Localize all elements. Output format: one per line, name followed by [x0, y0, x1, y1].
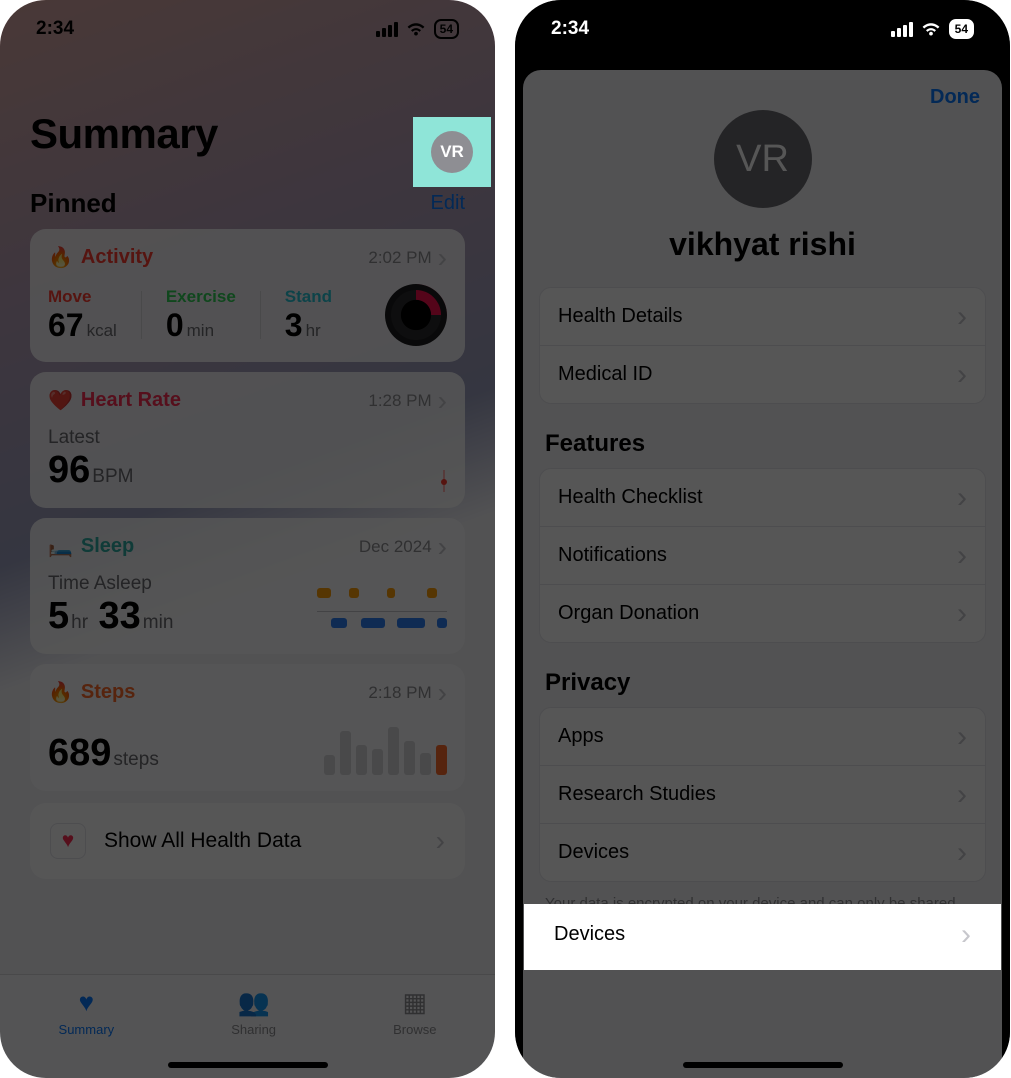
- item-organ-donation[interactable]: Organ Donation›: [540, 584, 985, 642]
- steps-bars-icon: [324, 715, 447, 775]
- list-privacy: Apps› Research Studies› Devices›: [539, 707, 986, 882]
- item-health-details[interactable]: Health Details›: [540, 288, 985, 345]
- list-features: Health Checklist› Notifications› Organ D…: [539, 468, 986, 643]
- tab-summary[interactable]: ♥ Summary: [59, 987, 115, 1037]
- status-bar: 2:34 54: [515, 0, 1010, 58]
- grid-icon: ▦: [402, 987, 427, 1018]
- done-button[interactable]: Done: [930, 86, 980, 109]
- pinned-heading: Pinned: [30, 188, 117, 219]
- edit-button[interactable]: Edit: [431, 192, 465, 215]
- sleep-card[interactable]: 🛏️Sleep Dec 2024› Time Asleep 5hr 33min: [30, 518, 465, 654]
- learn-more-link[interactable]: Learn more about Health & Privacy…: [545, 936, 793, 953]
- features-heading: Features: [523, 430, 1002, 458]
- status-bar: 2:34 54: [0, 0, 495, 58]
- flame-icon: 🔥: [48, 245, 73, 270]
- steps-card[interactable]: 🔥Steps 2:18 PM› 689steps: [30, 664, 465, 791]
- tab-sharing[interactable]: 👥 Sharing: [231, 987, 276, 1037]
- home-indicator[interactable]: [683, 1062, 843, 1068]
- battery-icon: 54: [949, 19, 974, 39]
- people-icon: 👥: [237, 987, 269, 1018]
- health-profile-sheet: 2:34 54 Done VR vikhyat rishi Health Det…: [515, 0, 1010, 1078]
- list-personal: Health Details› Medical ID›: [539, 287, 986, 404]
- wifi-icon: [405, 21, 427, 37]
- page-title: Summary: [30, 110, 218, 158]
- tab-browse[interactable]: ▦ Browse: [393, 987, 436, 1037]
- heart-icon: ❤️: [48, 388, 73, 413]
- profile-sheet: Done VR vikhyat rishi Health Details› Me…: [523, 70, 1002, 1078]
- heart-rate-chart-icon: [441, 470, 447, 492]
- cellular-icon: [376, 22, 398, 37]
- status-icons: 54: [891, 19, 974, 39]
- profile-avatar[interactable]: VR: [714, 110, 812, 208]
- item-devices[interactable]: Devices›: [540, 823, 985, 881]
- item-apps[interactable]: Apps›: [540, 708, 985, 765]
- status-time: 2:34: [36, 18, 74, 40]
- item-medical-id[interactable]: Medical ID›: [540, 345, 985, 403]
- sleep-chart-icon: [317, 584, 447, 638]
- home-indicator[interactable]: [168, 1062, 328, 1068]
- item-research-studies[interactable]: Research Studies›: [540, 765, 985, 823]
- status-icons: 54: [376, 19, 459, 39]
- status-time: 2:34: [551, 18, 589, 40]
- privacy-heading: Privacy: [523, 669, 1002, 697]
- bed-icon: 🛏️: [48, 534, 73, 559]
- battery-icon: 54: [434, 19, 459, 39]
- health-summary-screen: 2:34 54 Summary Pinned Edit 🔥Activity 2:…: [0, 0, 495, 1078]
- wifi-icon: [920, 21, 942, 37]
- profile-name: vikhyat rishi: [523, 226, 1002, 263]
- privacy-footnote: Your data is encrypted on your device an…: [523, 882, 1002, 955]
- item-notifications[interactable]: Notifications›: [540, 526, 985, 584]
- flame-icon: 🔥: [48, 680, 73, 705]
- heart-fill-icon: ♥: [79, 987, 94, 1018]
- activity-card[interactable]: 🔥Activity 2:02 PM› Move 67kcal Exercise …: [30, 229, 465, 362]
- heart-rate-card[interactable]: ❤️Heart Rate 1:28 PM› Latest 96BPM: [30, 372, 465, 508]
- cellular-icon: [891, 22, 913, 37]
- heart-icon: ♥: [50, 823, 86, 859]
- activity-ring-icon: [385, 284, 447, 346]
- item-health-checklist[interactable]: Health Checklist›: [540, 469, 985, 526]
- show-all-health-data-button[interactable]: ♥ Show All Health Data ›: [30, 803, 465, 879]
